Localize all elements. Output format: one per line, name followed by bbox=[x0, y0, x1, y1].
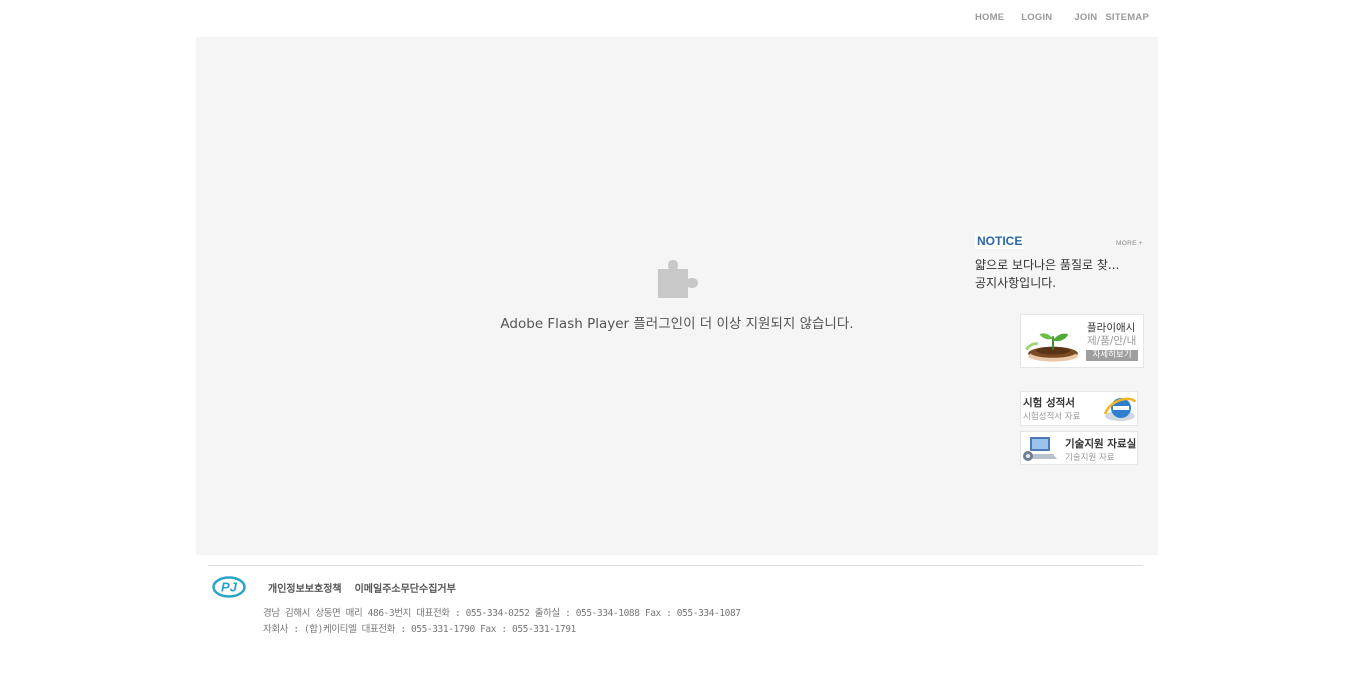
flash-unsupported-message: Adobe Flash Player 플러그인이 더 이상 지원되지 않습니다. bbox=[500, 316, 854, 332]
test-report-banner[interactable]: 시험 성적서 시험성적서 자료 bbox=[1020, 391, 1138, 426]
product-banner[interactable]: 플라이애시 제/품/안/내 자세히보기 bbox=[1020, 314, 1144, 368]
tech-support-subtitle: 기술지원 자료 bbox=[1065, 453, 1115, 463]
footer-address: 경남 김해시 상동면 매리 486-3번지 대표전화 : 055-334-025… bbox=[263, 608, 741, 619]
plant-in-hands-icon bbox=[1025, 333, 1078, 362]
tech-support-banner[interactable]: 기술지원 자료실 기술지원 자료 bbox=[1020, 431, 1138, 465]
puzzle-plugin-icon bbox=[658, 260, 698, 298]
footer-divider bbox=[208, 565, 1143, 566]
footer-links: 개인정보보호정책 이메일주소무단수집거부 bbox=[268, 580, 456, 595]
tech-support-title: 기술지원 자료실 bbox=[1065, 438, 1137, 450]
join-link[interactable]: JOIN bbox=[1074, 12, 1097, 23]
test-report-subtitle: 시험성적서 자료 bbox=[1023, 412, 1081, 422]
home-link[interactable]: HOME bbox=[975, 12, 1004, 23]
sitemap-link[interactable]: SITEMAP bbox=[1105, 12, 1149, 23]
internet-explorer-icon bbox=[1103, 397, 1137, 421]
product-detail-button[interactable]: 자세히보기 bbox=[1086, 350, 1138, 361]
login-link[interactable]: LOGIN bbox=[1021, 12, 1052, 23]
email-refusal-link[interactable]: 이메일주소무단수집거부 bbox=[355, 580, 456, 595]
computer-gear-icon bbox=[1023, 437, 1057, 461]
footer-subsidiary: 자회사 : (합)케이티엘 대표전화 : 055-331-1790 Fax : … bbox=[263, 624, 576, 635]
test-report-title: 시험 성적서 bbox=[1023, 397, 1075, 409]
notice-item[interactable]: 공지사항입니다. bbox=[975, 274, 1056, 291]
top-navigation: HOME LOGIN JOIN SITEMAP bbox=[975, 12, 1149, 23]
flash-content-area: Adobe Flash Player 플러그인이 더 이상 지원되지 않습니다. bbox=[196, 37, 1158, 555]
notice-title: NOTICE bbox=[975, 233, 1025, 249]
notice-item[interactable]: 얇으로 보다나은 품질로 찾... bbox=[975, 256, 1119, 273]
company-logo: PJ bbox=[212, 576, 246, 598]
logo-text: PJ bbox=[221, 580, 238, 595]
product-banner-subtitle: 제/품/안/내 bbox=[1087, 335, 1137, 347]
privacy-policy-link[interactable]: 개인정보보호정책 bbox=[268, 580, 342, 595]
notice-more-link[interactable]: MORE + bbox=[1116, 240, 1143, 247]
